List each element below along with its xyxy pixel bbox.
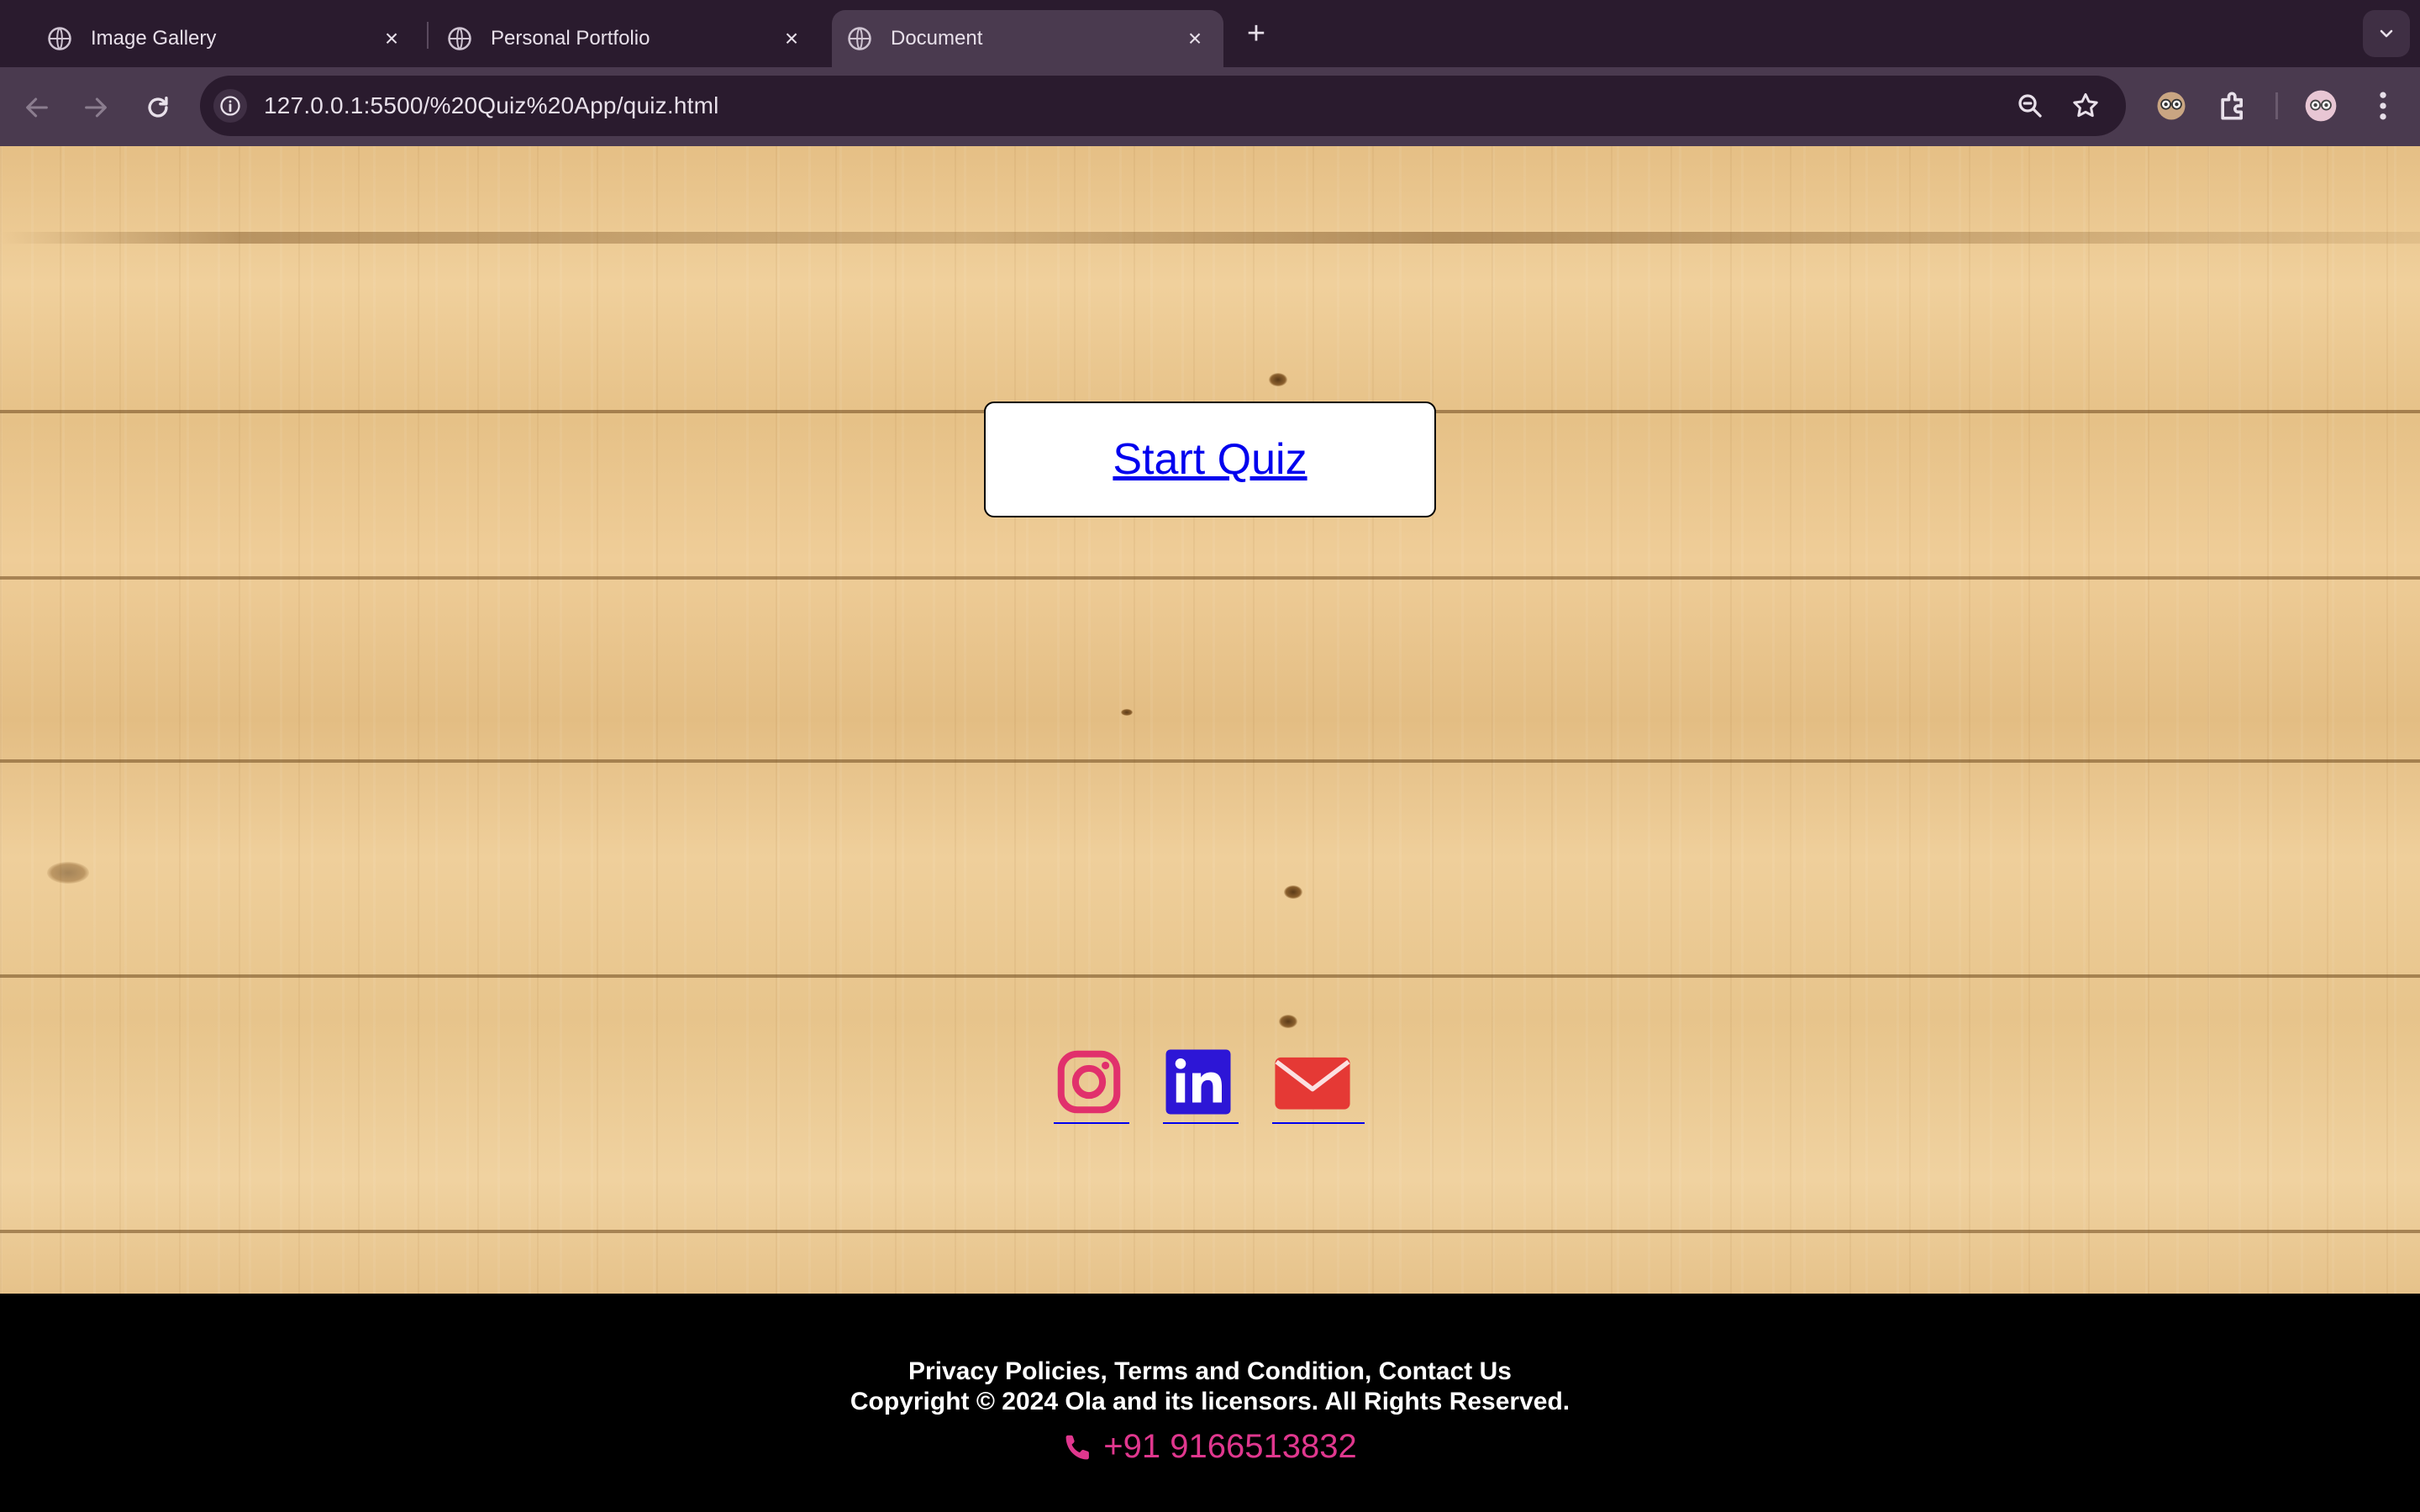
globe-icon — [48, 27, 71, 50]
bookmark-star-icon[interactable] — [2070, 91, 2101, 121]
extensions-puzzle-icon[interactable] — [2215, 87, 2252, 124]
tab-personal-portfolio[interactable]: Personal Portfolio × — [434, 10, 820, 67]
toolbar-divider — [2275, 92, 2278, 119]
phone-icon — [1065, 1435, 1090, 1459]
profile-avatar-icon[interactable] — [2302, 87, 2339, 124]
wood-knot — [1121, 709, 1133, 716]
reload-icon — [148, 96, 168, 118]
tab-search-button[interactable] — [2363, 10, 2410, 57]
tab-title: Personal Portfolio — [491, 27, 650, 50]
url-text[interactable]: 127.0.0.1:5500/%20Quiz%20App/quiz.html — [264, 92, 719, 119]
browser-tabstrip: Image Gallery × Personal Portfolio × Doc… — [0, 0, 2420, 67]
email-icon — [1275, 1057, 1350, 1110]
footer-links[interactable]: Privacy Policies, Terms and Condition, C… — [0, 1357, 2420, 1386]
start-quiz-link[interactable]: Start Quiz — [1113, 434, 1307, 485]
extension-avatar-icon[interactable] — [2153, 87, 2190, 124]
plank-seam — [0, 1230, 2420, 1233]
plank-seam — [0, 974, 2420, 978]
wood-knot — [1269, 373, 1287, 386]
globe-icon — [848, 27, 871, 50]
forward-button[interactable] — [76, 87, 116, 128]
page-footer: Privacy Policies, Terms and Condition, C… — [0, 1294, 2420, 1512]
back-icon — [26, 97, 48, 118]
forward-icon — [85, 97, 107, 118]
tab-document[interactable]: Document × — [832, 10, 1223, 67]
site-info-button[interactable] — [213, 89, 247, 123]
tab-image-gallery[interactable]: Image Gallery × — [34, 10, 420, 67]
tab-title: Image Gallery — [91, 27, 217, 50]
close-tab-icon[interactable]: × — [780, 27, 803, 50]
menu-kebab-icon[interactable] — [2365, 87, 2402, 124]
social-links — [0, 1045, 2420, 1129]
plank-seam — [0, 759, 2420, 763]
globe-icon — [448, 27, 471, 50]
address-bar[interactable]: 127.0.0.1:5500/%20Quiz%20App/quiz.html — [200, 76, 2126, 136]
linkedin-link[interactable] — [1163, 1045, 1239, 1124]
footer-copyright: Copyright © 2024 Ola and its licensors. … — [850, 1388, 1570, 1415]
wood-knot — [1284, 885, 1302, 899]
back-button[interactable] — [17, 87, 57, 128]
close-tab-icon[interactable]: × — [1183, 27, 1207, 50]
wood-knot — [47, 862, 89, 884]
start-quiz-card: Start Quiz — [984, 402, 1436, 517]
linkedin-icon — [1165, 1049, 1231, 1115]
instagram-link[interactable] — [1054, 1045, 1129, 1124]
site-info-icon — [220, 96, 240, 116]
reload-button[interactable] — [138, 87, 178, 128]
phone-number: +91 9166513832 — [1103, 1428, 1357, 1465]
wood-grain — [0, 232, 2420, 244]
plank-seam — [0, 576, 2420, 580]
close-tab-icon[interactable]: × — [380, 27, 403, 50]
wood-knot — [1279, 1015, 1297, 1028]
zoom-icon[interactable] — [2015, 91, 2045, 121]
email-link[interactable] — [1272, 1045, 1365, 1124]
new-tab-button[interactable]: + — [1239, 18, 1273, 52]
instagram-icon — [1057, 1050, 1121, 1114]
chevron-down-icon — [2380, 29, 2393, 38]
tab-title: Document — [891, 27, 983, 50]
tab-divider — [427, 22, 429, 49]
footer-phone[interactable]: +91 9166513832 — [0, 1428, 2420, 1466]
